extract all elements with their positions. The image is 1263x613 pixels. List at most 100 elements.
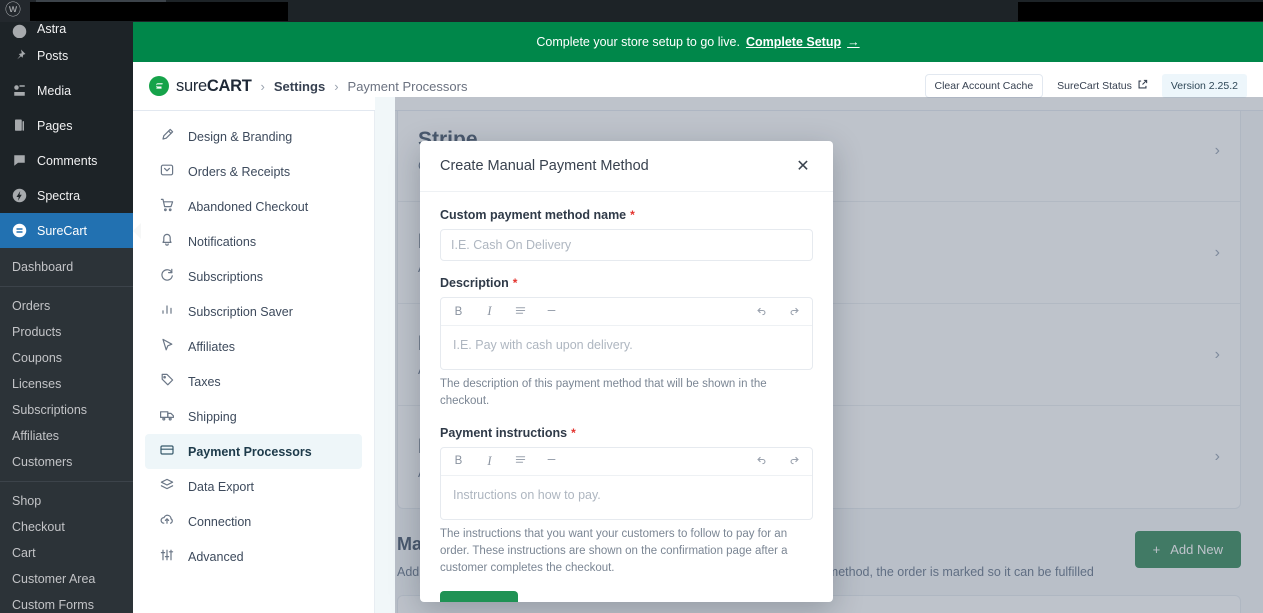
complete-setup-link[interactable]: Complete Setup → (746, 35, 860, 49)
nav-item-label: Data Export (188, 479, 255, 494)
submenu-item-dashboard[interactable]: Dashboard (0, 254, 133, 280)
description-editor-area[interactable]: I.E. Pay with cash upon delivery. (441, 326, 812, 369)
sidebar-item-label: Pages (37, 118, 73, 133)
breadcrumb-separator: › (260, 78, 265, 94)
submenu-item-cart[interactable]: Cart (0, 540, 133, 566)
nav-item-affiliates[interactable]: Affiliates (145, 329, 362, 364)
nav-item-design-branding[interactable]: Design & Branding (145, 119, 362, 154)
wp-admin-sidebar: Astra Posts Media Pages Comments Spectra… (0, 22, 133, 613)
sidebar-item-surecart[interactable]: SureCart (0, 213, 133, 248)
redo-icon[interactable] (789, 305, 800, 319)
nav-item-taxes[interactable]: Taxes (145, 364, 362, 399)
tag-icon (159, 372, 175, 391)
media-icon (10, 82, 28, 100)
sidebar-item-astra[interactable]: Astra (0, 22, 133, 38)
content-left-gutter (375, 97, 395, 613)
nav-item-advanced[interactable]: Advanced (145, 539, 362, 574)
astra-icon (10, 22, 28, 38)
brand-wordmark: sureCART (176, 77, 252, 96)
submenu-item-custom-forms[interactable]: Custom Forms (0, 592, 133, 613)
version-badge: Version 2.25.2 (1161, 74, 1247, 98)
submenu-item-products[interactable]: Products (0, 319, 133, 345)
submenu-item-customer-area[interactable]: Customer Area (0, 566, 133, 592)
header-actions: Clear Account Cache SureCart Status Vers… (924, 74, 1247, 98)
truck-icon (159, 407, 175, 426)
arrow-right-icon: → (847, 35, 860, 49)
nav-item-notifications[interactable]: Notifications (145, 224, 362, 259)
breadcrumb-settings[interactable]: Settings (274, 79, 325, 94)
sidebar-item-posts[interactable]: Posts (0, 38, 133, 73)
instructions-field-label-text: Payment instructions (440, 425, 568, 440)
undo-icon[interactable] (756, 305, 767, 319)
submenu-item-shop[interactable]: Shop (0, 488, 133, 514)
submenu-item-licenses[interactable]: Licenses (0, 371, 133, 397)
list-icon[interactable] (515, 305, 526, 319)
required-marker: * (571, 425, 576, 440)
payment-method-name-input[interactable] (440, 229, 813, 261)
sidebar-item-comments[interactable]: Comments (0, 143, 133, 178)
nav-item-connection[interactable]: Connection (145, 504, 362, 539)
instructions-editor-toolbar: B I (441, 448, 812, 476)
submenu-item-subscriptions[interactable]: Subscriptions (0, 397, 133, 423)
breadcrumb-separator: › (334, 78, 339, 94)
cancel-button[interactable]: Cancel (534, 601, 574, 602)
dialog-body: Custom payment method name * Description… (420, 192, 833, 577)
nav-item-label: Orders & Receipts (188, 164, 291, 179)
sidebar-item-media[interactable]: Media (0, 73, 133, 108)
required-marker: * (630, 208, 635, 222)
clear-account-cache-button[interactable]: Clear Account Cache (924, 74, 1044, 98)
submenu-item-checkout[interactable]: Checkout (0, 514, 133, 540)
sidebar-item-label: Astra (37, 22, 67, 36)
surecart-logo[interactable]: sureCART (149, 76, 252, 96)
sidebar-item-label: Media (37, 83, 72, 98)
nav-item-label: Subscriptions (188, 269, 264, 284)
surecart-status-link[interactable]: SureCart Status (1057, 79, 1148, 93)
submenu-item-orders[interactable]: Orders (0, 293, 133, 319)
submenu-item-customers[interactable]: Customers (0, 449, 133, 475)
brand-pre: sure (176, 76, 207, 95)
instructions-editor-area[interactable]: Instructions on how to pay. (441, 476, 812, 519)
notice-text: Complete your store setup to go live. (536, 35, 740, 49)
complete-setup-label: Complete Setup (745, 35, 842, 49)
nav-item-abandoned-checkout[interactable]: Abandoned Checkout (145, 189, 362, 224)
store-setup-notice: Complete your store setup to go live. Co… (133, 22, 1263, 62)
close-icon[interactable]: ✕ (793, 156, 813, 176)
nav-item-data-export[interactable]: Data Export (145, 469, 362, 504)
sidebar-item-pages[interactable]: Pages (0, 108, 133, 143)
brand-post: CART (206, 76, 252, 95)
undo-icon[interactable] (756, 454, 767, 468)
comments-icon (10, 152, 28, 170)
dialog-actions: Create Cancel (420, 577, 833, 602)
screen: ⓦ Astra Posts Media Pages Comments Spect… (0, 0, 1263, 613)
sidebar-item-spectra[interactable]: Spectra (0, 178, 133, 213)
pages-icon (10, 117, 28, 135)
nav-item-subscriptions[interactable]: Subscriptions (145, 259, 362, 294)
wordpress-icon[interactable]: ⓦ (4, 2, 22, 20)
credit-card-icon (159, 442, 175, 461)
nav-item-subscription-saver[interactable]: Subscription Saver (145, 294, 362, 329)
redo-icon[interactable] (789, 454, 800, 468)
redacted-account-area (1018, 2, 1263, 21)
nav-item-shipping[interactable]: Shipping (145, 399, 362, 434)
description-field-label-text: Description (440, 276, 509, 290)
horizontal-rule-icon[interactable] (546, 454, 557, 468)
create-button[interactable]: Create (440, 591, 519, 602)
italic-icon[interactable]: I (484, 454, 495, 469)
submenu-item-coupons[interactable]: Coupons (0, 345, 133, 371)
submenu-divider (0, 286, 133, 287)
italic-icon[interactable]: I (484, 304, 495, 319)
bold-icon[interactable]: B (453, 306, 464, 318)
horizontal-rule-icon[interactable] (546, 305, 557, 319)
bell-icon (159, 232, 175, 251)
list-icon[interactable] (515, 454, 526, 468)
nav-item-label: Notifications (188, 234, 257, 249)
bold-icon[interactable]: B (453, 455, 464, 467)
redacted-site-name (30, 2, 288, 21)
sidebar-item-label: Comments (37, 153, 98, 168)
nav-item-label: Design & Branding (188, 129, 293, 144)
submenu-item-affiliates[interactable]: Affiliates (0, 423, 133, 449)
nav-item-payment-processors[interactable]: Payment Processors (145, 434, 362, 469)
nav-item-orders-receipts[interactable]: Orders & Receipts (145, 154, 362, 189)
